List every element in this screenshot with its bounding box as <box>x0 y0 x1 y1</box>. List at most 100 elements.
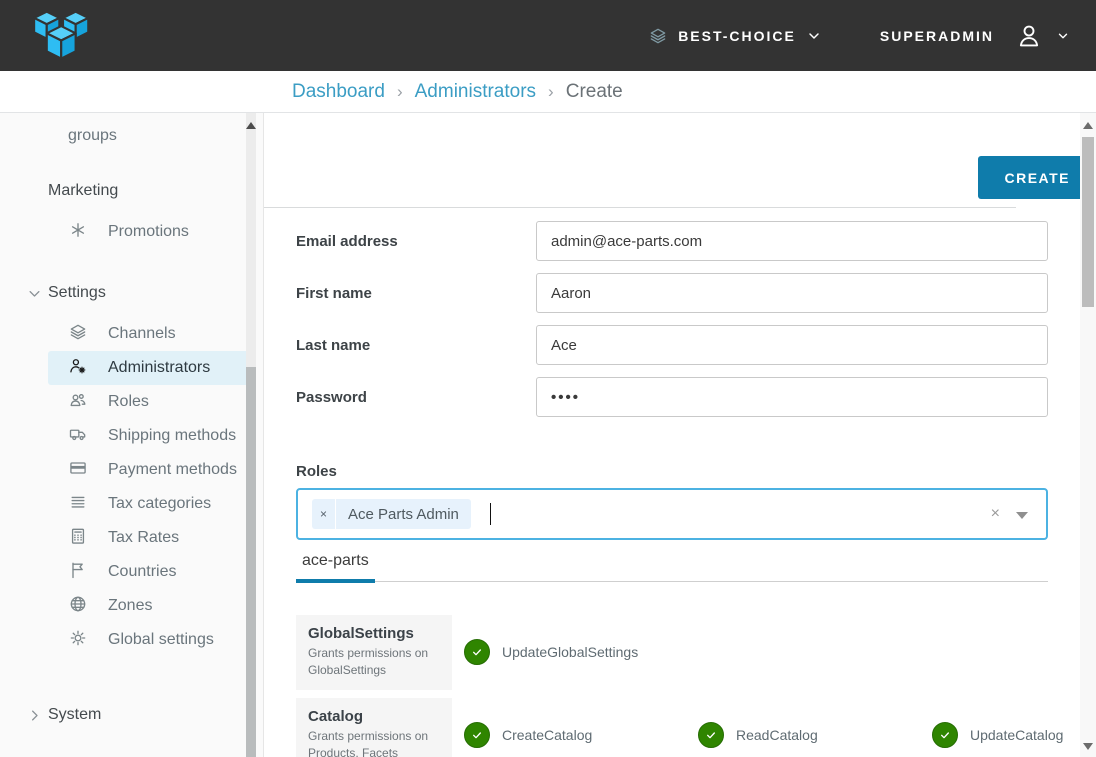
password-label: Password <box>296 389 536 406</box>
dropdown-arrow-icon[interactable] <box>1016 512 1028 519</box>
email-row: Email address <box>296 221 1048 261</box>
sidebar-scrollbar[interactable] <box>246 113 256 757</box>
roles-label: Roles <box>296 463 1048 480</box>
breadcrumb-separator: › <box>397 82 403 102</box>
cube-logo-icon <box>28 8 98 64</box>
users-icon <box>68 390 88 410</box>
sidebar-item-label: Promotions <box>108 223 189 240</box>
last-name-row: Last name <box>296 325 1048 365</box>
tab-ace-parts[interactable]: ace-parts <box>296 548 375 583</box>
chevron-down-icon <box>1056 29 1070 43</box>
email-field[interactable] <box>536 221 1048 261</box>
layers-icon <box>68 322 88 342</box>
permission-group-description: Grants permissions on GlobalSettings <box>308 645 440 680</box>
roles-group: Roles × Ace Parts Admin × <box>296 463 1048 540</box>
administrator-icon <box>68 356 88 376</box>
first-name-field[interactable] <box>536 273 1048 313</box>
sidebar-item-label: Tax Rates <box>108 529 179 546</box>
chevron-down-icon <box>806 28 822 44</box>
breadcrumb-bar: Dashboard › Administrators › Create <box>0 71 1096 113</box>
first-name-row: First name <box>296 273 1048 313</box>
check-toggle-icon[interactable] <box>464 722 490 748</box>
check-toggle-icon[interactable] <box>932 722 958 748</box>
gear-icon <box>68 628 88 648</box>
layers-icon <box>648 26 668 46</box>
sidebar-section-marketing: Marketing <box>0 173 263 209</box>
permission-group-title: Catalog <box>308 708 440 725</box>
globe-icon <box>68 594 88 614</box>
sidebar-item-zones[interactable]: Zones <box>48 589 246 623</box>
list-icon <box>68 492 88 512</box>
check-toggle-icon[interactable] <box>464 639 490 665</box>
chip-label: Ace Parts Admin <box>336 499 471 529</box>
sidebar-item-administrators[interactable]: Administrators <box>48 351 246 385</box>
app-window: BEST-CHOICE SUPERADMIN Dashboard › Admin… <box>0 0 1096 757</box>
sidebar-item-label: Shipping methods <box>108 427 236 444</box>
sidebar-item-payment-methods[interactable]: Payment methods <box>48 453 246 487</box>
permission-label: ReadCatalog <box>736 727 818 743</box>
sidebar-item-shipping-methods[interactable]: Shipping methods <box>48 419 246 453</box>
breadcrumb-create: Create <box>566 81 623 103</box>
last-name-label: Last name <box>296 337 536 354</box>
sidebar: groups Marketing Promotions Settings Cha… <box>0 113 264 757</box>
truck-icon <box>68 424 88 444</box>
user-menu[interactable]: SUPERADMIN <box>880 21 1070 51</box>
chip-remove-icon[interactable]: × <box>312 499 336 529</box>
sidebar-item-label: Channels <box>108 325 176 342</box>
last-name-field[interactable] <box>536 325 1048 365</box>
header-divider <box>264 207 1016 208</box>
permission-group-header: GlobalSettings Grants permissions on Glo… <box>296 615 452 690</box>
scroll-up-arrow[interactable] <box>246 122 256 129</box>
sidebar-section-settings[interactable]: Settings <box>0 275 263 311</box>
create-button[interactable]: CREATE <box>978 156 1096 199</box>
sidebar-item-label: Administrators <box>108 359 210 376</box>
roles-select[interactable]: × Ace Parts Admin × <box>296 488 1048 540</box>
permission-createcatalog: CreateCatalog <box>464 722 698 748</box>
first-name-label: First name <box>296 285 536 302</box>
sidebar-item-global-settings[interactable]: Global settings <box>48 623 246 657</box>
sidebar-item-label: Zones <box>108 597 152 614</box>
check-toggle-icon[interactable] <box>698 722 724 748</box>
sidebar-item-countries[interactable]: Countries <box>48 555 246 589</box>
sidebar-item-promotions[interactable]: Promotions <box>48 215 246 249</box>
role-chip: × Ace Parts Admin <box>312 499 471 529</box>
breadcrumb-administrators[interactable]: Administrators <box>415 81 536 103</box>
channel-tabs: ace-parts <box>296 548 1048 582</box>
table-row-catalog: Catalog Grants permissions on Products, … <box>296 698 1048 757</box>
permission-updatecatalog: UpdateCatalog <box>932 722 1096 748</box>
sidebar-nav: groups Marketing Promotions Settings Cha… <box>0 113 263 733</box>
sidebar-item-label: Countries <box>108 563 176 580</box>
vendure-logo[interactable] <box>28 8 98 64</box>
credit-card-icon <box>68 458 88 478</box>
main-panel: CREATE Email address First name Last nam… <box>264 113 1096 757</box>
table-row-globalsettings: GlobalSettings Grants permissions on Glo… <box>296 615 1048 690</box>
sidebar-item-roles[interactable]: Roles <box>48 385 246 419</box>
permission-group-header: Catalog Grants permissions on Products, … <box>296 698 452 757</box>
clear-icon[interactable]: × <box>991 504 1000 524</box>
channel-name: BEST-CHOICE <box>678 28 796 44</box>
channel-selector[interactable]: BEST-CHOICE <box>648 26 822 46</box>
text-cursor <box>490 503 492 525</box>
breadcrumb-dashboard[interactable]: Dashboard <box>292 81 385 103</box>
sidebar-section-system[interactable]: System <box>0 697 263 733</box>
sidebar-item-label: Payment methods <box>108 461 237 478</box>
calculator-icon <box>68 526 88 546</box>
scroll-up-arrow[interactable] <box>1083 122 1093 129</box>
sidebar-item-tax-categories[interactable]: Tax categories <box>48 487 246 521</box>
sidebar-item-channels[interactable]: Channels <box>48 317 246 351</box>
asterisk-icon <box>68 220 88 240</box>
flag-icon <box>68 560 88 580</box>
sidebar-item-customer-groups[interactable]: groups <box>48 113 246 147</box>
password-field[interactable] <box>536 377 1048 417</box>
scroll-down-arrow[interactable] <box>1083 743 1093 750</box>
scrollbar-thumb[interactable] <box>1082 137 1094 307</box>
chevron-down-icon <box>27 286 42 301</box>
username: SUPERADMIN <box>880 28 994 44</box>
scrollbar-thumb[interactable] <box>246 367 256 757</box>
sidebar-item-label: groups <box>68 124 238 148</box>
sidebar-item-tax-rates[interactable]: Tax Rates <box>48 521 246 555</box>
main-scrollbar[interactable] <box>1080 113 1096 757</box>
sidebar-item-label: Global settings <box>108 631 214 648</box>
breadcrumb: Dashboard › Administrators › Create <box>0 81 623 103</box>
email-label: Email address <box>296 233 536 250</box>
